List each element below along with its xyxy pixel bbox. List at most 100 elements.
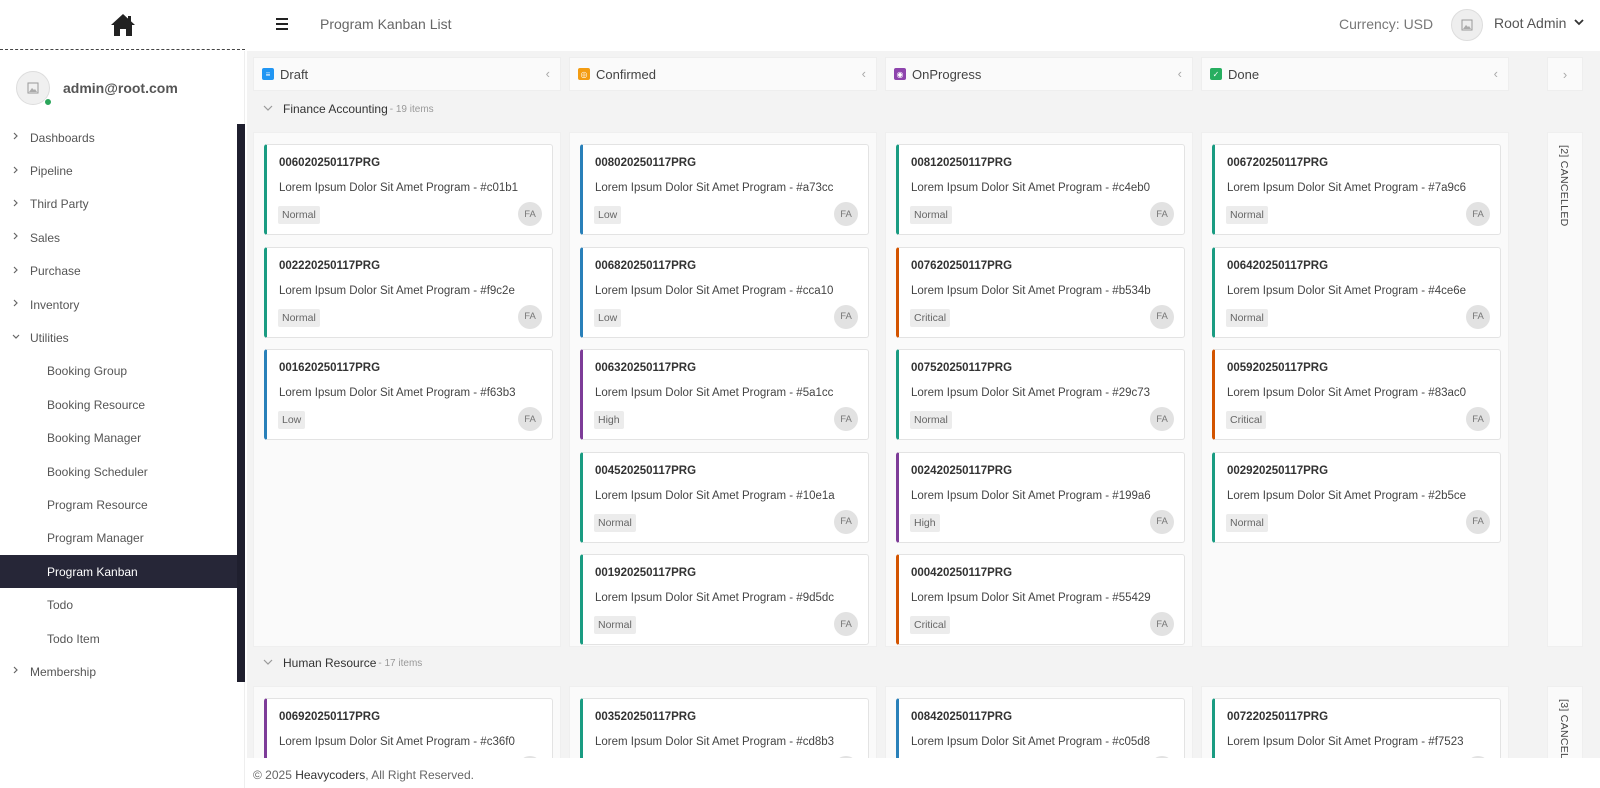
user-name[interactable]: Root Admin (1494, 15, 1566, 31)
group-header[interactable]: Finance Accounting - 19 items (263, 102, 434, 116)
chevron-left-icon[interactable]: ‹ (1494, 66, 1498, 81)
chevron-left-icon[interactable]: ‹ (1178, 66, 1182, 81)
currency-label[interactable]: Currency: USD (1339, 16, 1433, 32)
card-code: 006320250117PRG (595, 362, 697, 374)
assignee-avatar[interactable]: FA (518, 407, 542, 431)
kanban-card[interactable]: 006420250117PRG Lorem Ipsum Dolor Sit Ame… (1212, 246, 1501, 338)
assignee-avatar[interactable]: FA (1466, 407, 1490, 431)
priority-badge: Normal (1226, 513, 1268, 532)
assignee-avatar[interactable]: FA (834, 509, 858, 534)
card-description: Lorem Ipsum Dolor Sit Amet Program - #b5… (911, 284, 1151, 297)
footer-brand-link[interactable]: Heavycoders (295, 768, 365, 782)
assignee-avatar[interactable]: FA (1150, 202, 1174, 226)
assignee-avatar[interactable]: FA (1466, 509, 1490, 534)
assignee-avatar[interactable]: FA (1150, 612, 1174, 636)
sidebar-item-booking-group[interactable]: Booking Group (0, 355, 237, 388)
kanban-card[interactable]: 007520250117PRG Lorem Ipsum Dolor Sit Ame… (896, 349, 1185, 440)
assignee-avatar[interactable]: FA (518, 202, 542, 226)
priority-badge: Normal (278, 308, 320, 327)
card-code: 001920250117PRG (595, 567, 697, 579)
sidebar-item-program-manager[interactable]: Program Manager (0, 522, 237, 555)
sidebar-item-dashboards[interactable]: Dashboards (0, 121, 237, 154)
sidebar-item-todo[interactable]: Todo (0, 588, 237, 621)
assignee-avatar[interactable]: FA (1150, 509, 1174, 534)
assignee-avatar[interactable]: FA (834, 612, 858, 636)
chevron-right-icon (0, 299, 30, 310)
profile-email: admin@root.com (63, 80, 178, 96)
sidebar-item-third-party[interactable]: Third Party (0, 188, 237, 221)
assignee-avatar[interactable]: FA (1150, 407, 1174, 431)
image-placeholder-icon (1461, 19, 1473, 31)
sidebar-item-label: Utilities (30, 331, 69, 346)
kanban-card[interactable]: 004520250117PRG Lorem Ipsum Dolor Sit Ame… (580, 451, 869, 543)
chevron-down-icon[interactable] (263, 104, 273, 115)
column-header-confirmed[interactable]: ◎ Confirmed ‹ (569, 57, 877, 91)
assignee-avatar[interactable]: FA (834, 304, 858, 329)
column-header-onprogress[interactable]: ◉ OnProgress ‹ (885, 57, 1193, 91)
assignee-avatar[interactable]: FA (1466, 202, 1490, 226)
chevron-down-icon[interactable] (1574, 16, 1584, 30)
group-header[interactable]: Human Resource - 17 items (263, 656, 422, 670)
sidebar-item-todo-item[interactable]: Todo Item (0, 622, 237, 655)
assignee-avatar[interactable]: FA (1150, 756, 1174, 758)
assignee-avatar[interactable]: FA (518, 304, 542, 329)
card-code: 006020250117PRG (279, 157, 381, 169)
chevron-down-icon[interactable] (263, 658, 273, 669)
kanban-card[interactable]: 001920250117PRG Lorem Ipsum Dolor Sit Ame… (580, 554, 869, 645)
kanban-card[interactable]: 002420250117PRG Lorem Ipsum Dolor Sit Ame… (896, 451, 1185, 543)
sidebar-item-booking-manager[interactable]: Booking Manager (0, 422, 237, 455)
sidebar-item-program-kanban[interactable]: Program Kanban (0, 555, 237, 589)
sidebar-item-booking-scheduler[interactable]: Booking Scheduler (0, 455, 237, 488)
assignee-avatar[interactable]: FA (1150, 304, 1174, 329)
assignee-avatar[interactable]: FA (834, 756, 858, 758)
kanban-card[interactable]: 006020250117PRG Lorem Ipsum Dolor Sit Ame… (264, 144, 553, 235)
scrollbar[interactable] (237, 124, 245, 682)
kanban-card[interactable]: 006320250117PRG Lorem Ipsum Dolor Sit Ame… (580, 349, 869, 440)
kanban-card[interactable]: 001620250117PRG Lorem Ipsum Dolor Sit Ame… (264, 349, 553, 440)
sidebar-item-membership[interactable]: Membership (0, 655, 237, 688)
column-header-done[interactable]: ✓ Done ‹ (1201, 57, 1509, 91)
kanban-card[interactable]: 007220250117PRG Lorem Ipsum Dolor Sit Ame… (1212, 698, 1501, 758)
cancelled-lane[interactable]: [3] CANCELLED (1547, 686, 1583, 758)
home-logo[interactable] (0, 0, 245, 50)
kanban-card[interactable]: 002220250117PRG Lorem Ipsum Dolor Sit Ame… (264, 246, 553, 338)
card-code: 007620250117PRG (911, 259, 1013, 272)
assignee-avatar[interactable]: FA (1466, 304, 1490, 329)
kanban-card[interactable]: 002920250117PRG Lorem Ipsum Dolor Sit Ame… (1212, 451, 1501, 543)
hamburger-icon[interactable] (276, 14, 292, 34)
avatar[interactable] (1451, 9, 1483, 41)
cancelled-lane[interactable]: [2] CANCELLED (1547, 132, 1583, 647)
column-header-draft[interactable]: ≡ Draft ‹ (253, 57, 561, 91)
kanban-card[interactable]: 006820250117PRG Lorem Ipsum Dolor Sit Ame… (580, 246, 869, 338)
sidebar-item-booking-resource[interactable]: Booking Resource (0, 388, 237, 421)
chevron-left-icon[interactable]: ‹ (862, 66, 866, 81)
chevron-right-icon (0, 666, 30, 677)
kanban-card[interactable]: 000420250117PRG Lorem Ipsum Dolor Sit Ame… (896, 554, 1185, 645)
sidebar-item-purchase[interactable]: Purchase (0, 255, 237, 288)
assignee-avatar[interactable]: FA (518, 756, 542, 758)
card-code: 006720250117PRG (1227, 157, 1329, 169)
sidebar-item-sales[interactable]: Sales (0, 221, 237, 254)
assignee-avatar[interactable]: FA (1466, 756, 1490, 758)
sidebar-item-inventory[interactable]: Inventory (0, 288, 237, 321)
sidebar-item-pipeline[interactable]: Pipeline (0, 154, 237, 187)
kanban-lane-done: 007220250117PRG Lorem Ipsum Dolor Sit Ame… (1201, 686, 1509, 758)
kanban-card[interactable]: 005920250117PRG Lorem Ipsum Dolor Sit Ame… (1212, 349, 1501, 440)
kanban-card[interactable]: 008120250117PRG Lorem Ipsum Dolor Sit Ame… (896, 144, 1185, 235)
chevron-right-icon[interactable]: › (1547, 57, 1583, 91)
avatar[interactable] (16, 71, 52, 106)
kanban-card[interactable]: 008020250117PRG Lorem Ipsum Dolor Sit Ame… (580, 144, 869, 235)
chevron-right-icon (0, 199, 30, 210)
kanban-card[interactable]: 007620250117PRG Lorem Ipsum Dolor Sit Ame… (896, 246, 1185, 338)
chevron-left-icon[interactable]: ‹ (546, 66, 550, 81)
assignee-avatar[interactable]: FA (834, 202, 858, 226)
assignee-avatar[interactable]: FA (834, 407, 858, 431)
sidebar-item-program-resource[interactable]: Program Resource (0, 488, 237, 521)
sidebar-item-utilities[interactable]: Utilities (0, 321, 237, 354)
card-code: 002920250117PRG (1227, 464, 1329, 477)
kanban-card[interactable]: 006720250117PRG Lorem Ipsum Dolor Sit Ame… (1212, 144, 1501, 235)
kanban-card[interactable]: 006920250117PRG Lorem Ipsum Dolor Sit Ame… (264, 698, 553, 758)
kanban-card[interactable]: 008420250117PRG Lorem Ipsum Dolor Sit Ame… (896, 698, 1185, 758)
kanban-card[interactable]: 003520250117PRG Lorem Ipsum Dolor Sit Ame… (580, 698, 869, 758)
card-description: Lorem Ipsum Dolor Sit Amet Program - #7a… (1227, 182, 1467, 194)
